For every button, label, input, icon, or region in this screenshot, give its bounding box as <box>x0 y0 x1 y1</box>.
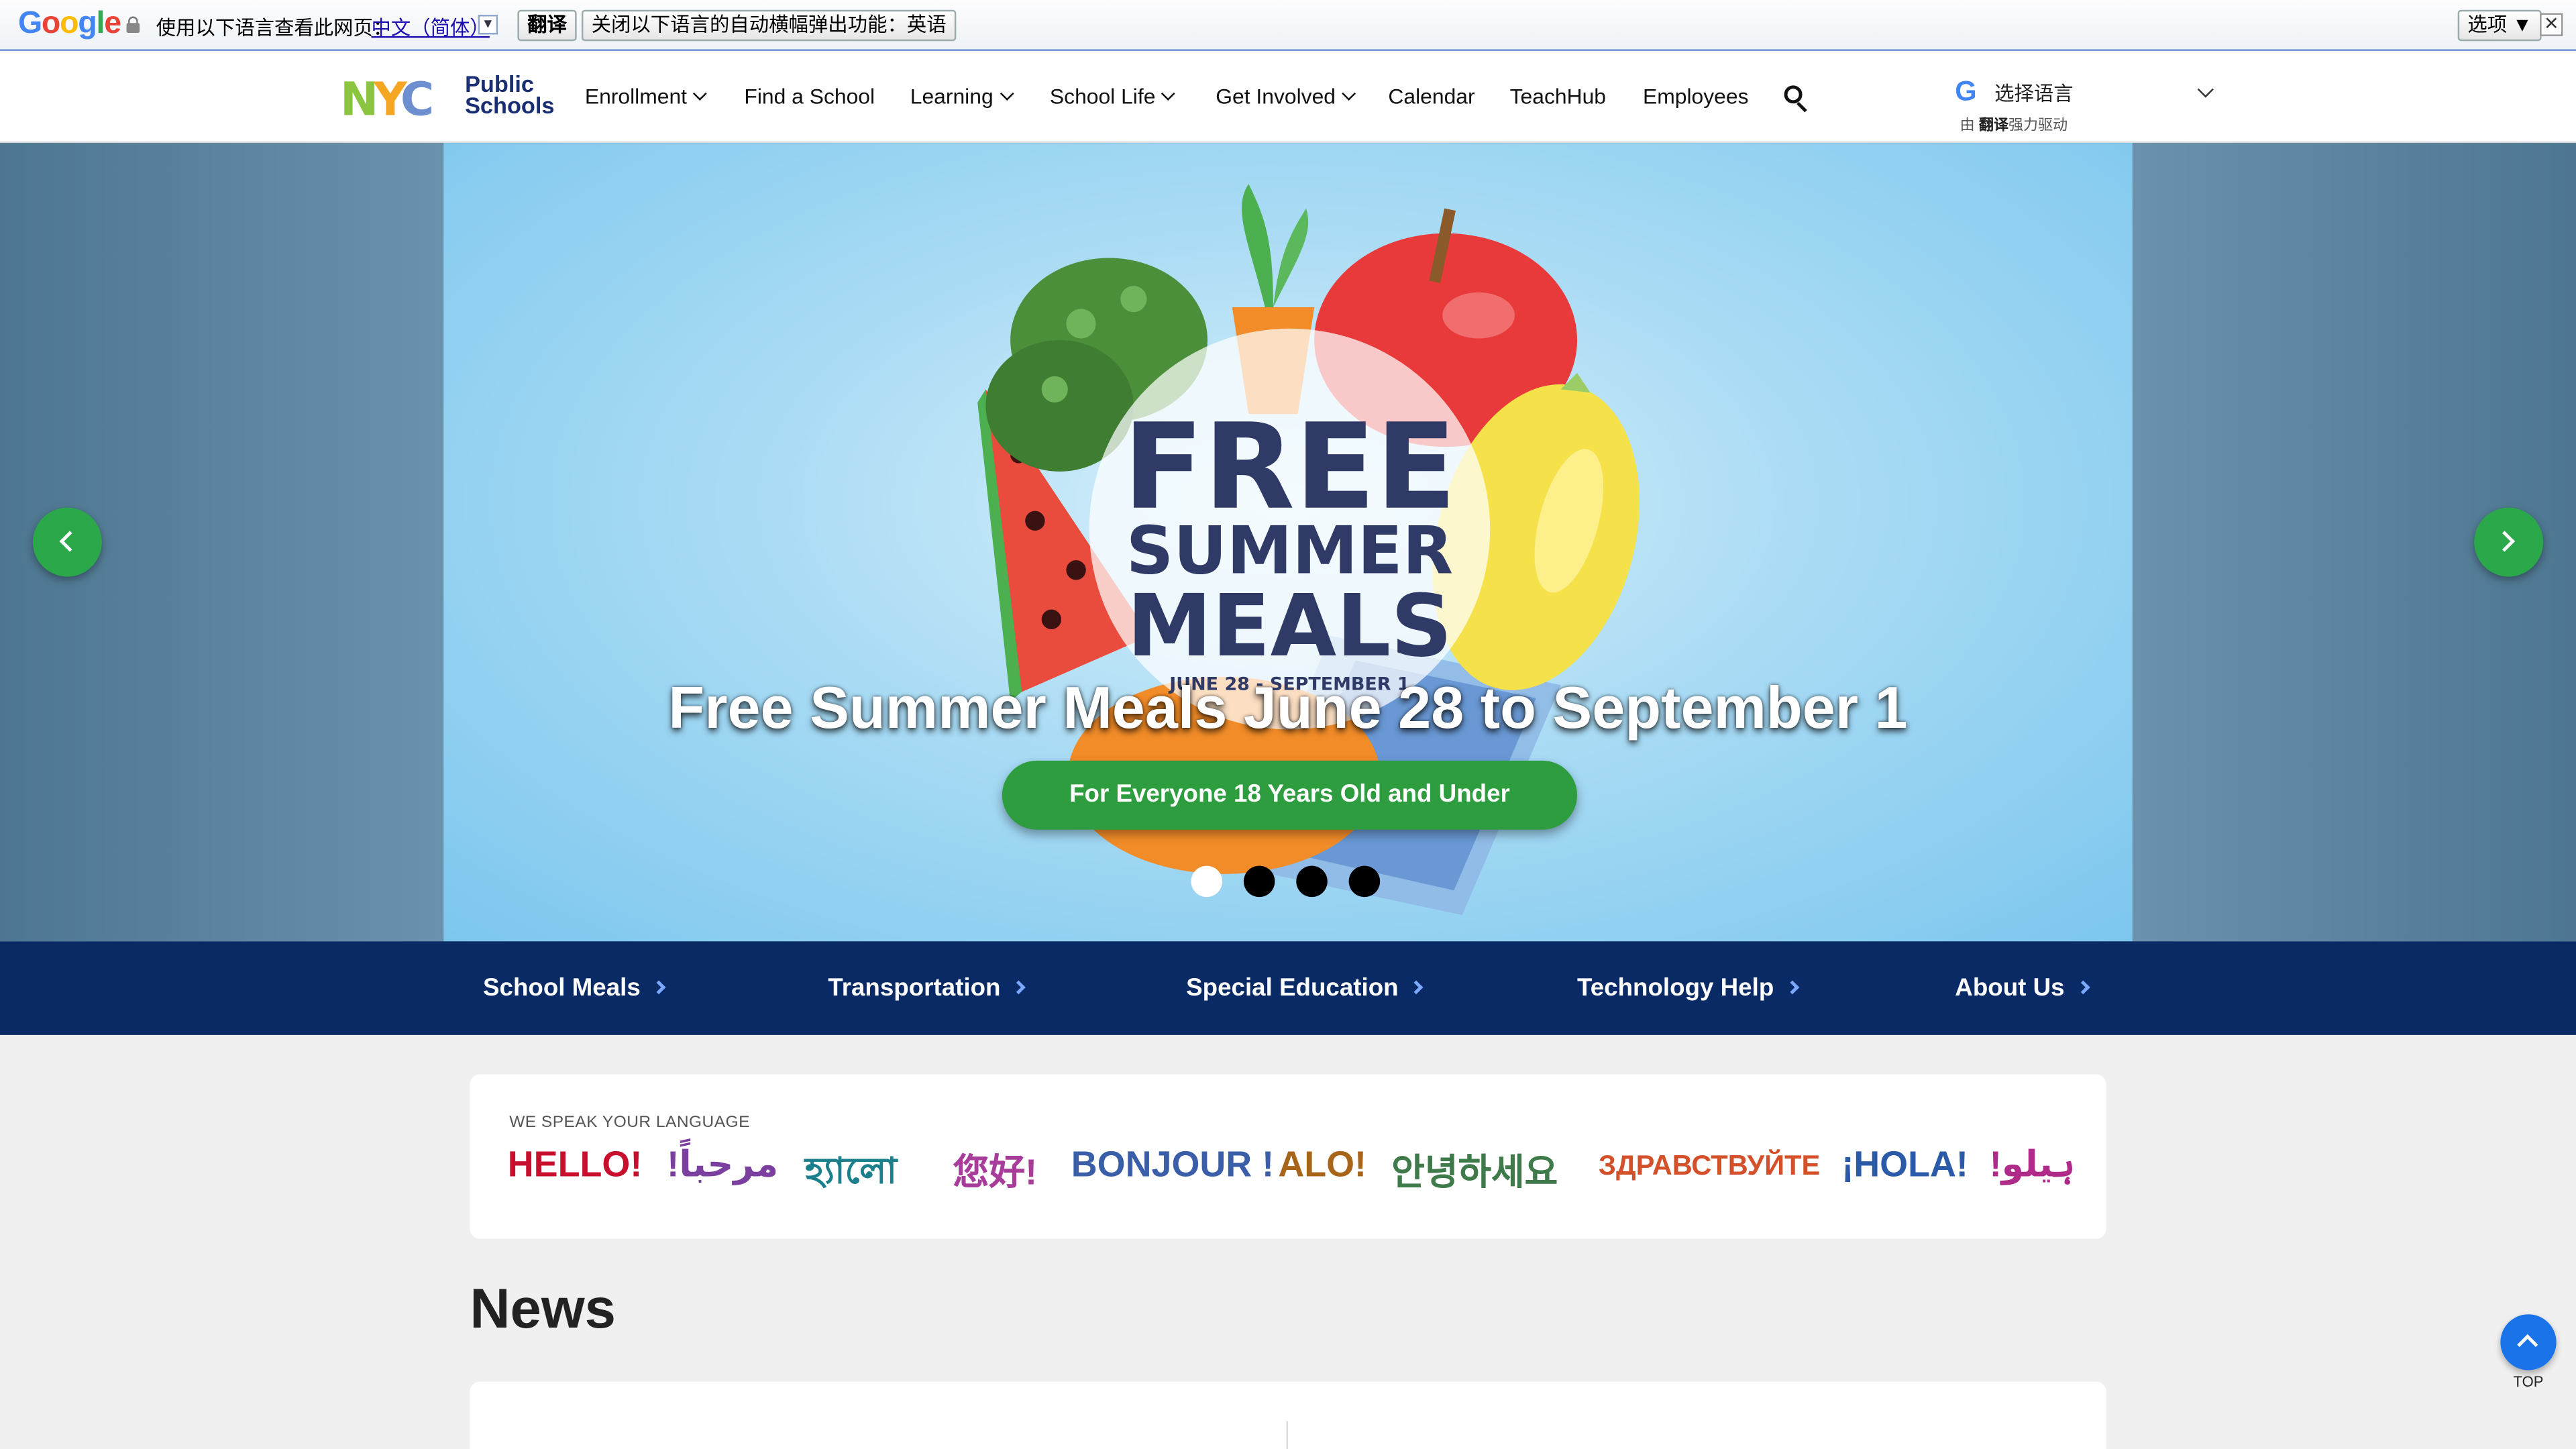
quick-link-transportation[interactable]: Transportation <box>828 974 1026 1002</box>
nav-learning[interactable]: Learning <box>910 83 1014 109</box>
art-text-meals: MEALS <box>1127 577 1452 676</box>
powered-suffix: 强力驱动 <box>2008 116 2068 133</box>
greeting: 您好! <box>953 1151 1038 1193</box>
powered-brand[interactable]: 翻译 <box>1979 117 2008 133</box>
nav-label: Get Involved <box>1216 83 1336 109</box>
logo-mark: NYC <box>339 72 434 127</box>
google-logo: Google <box>17 6 121 42</box>
news-card <box>470 1381 2106 1449</box>
translate-button[interactable]: 翻译 <box>517 9 577 42</box>
carousel-dot-1[interactable] <box>1191 865 1223 898</box>
translate-prompt: 使用以下语言查看此网页： <box>156 16 393 40</box>
nav-label: Enrollment <box>584 83 688 109</box>
google-g-icon: G <box>1955 75 1977 107</box>
powered-by-google-translate: 由 翻译强力驱动 <box>1960 113 2068 135</box>
nav-teachhub[interactable]: TeachHub <box>1510 84 1606 109</box>
translate-language-link[interactable]: 中文（简体） <box>371 13 489 42</box>
nav-calendar[interactable]: Calendar <box>1388 84 1474 109</box>
quick-link-label: Technology Help <box>1577 974 1774 1002</box>
carousel-dot-4[interactable] <box>1348 865 1381 898</box>
greeting: ¡HOLA! <box>1841 1143 1968 1185</box>
nav-find-a-school[interactable]: Find a School <box>744 84 875 109</box>
language-dropdown-icon[interactable]: ▼ <box>478 15 498 35</box>
nav-label: Employees <box>1643 83 1749 109</box>
news-divider <box>1286 1421 1289 1449</box>
page-root: Google 使用以下语言查看此网页： 中文（简体） ▼ 翻译 关闭以下语言的自… <box>0 0 2576 1449</box>
select-language-label: 选择语言 <box>1994 82 2074 105</box>
nav-label: TeachHub <box>1509 83 1607 109</box>
we-speak-your-language-card[interactable]: WE SPEAK YOUR LANGUAGE HELLO! !مرحباً হ্… <box>470 1074 2106 1239</box>
nav-get-involved[interactable]: Get Involved <box>1216 83 1356 109</box>
close-icon[interactable]: ✕ <box>2540 13 2563 36</box>
quick-link-label: School Meals <box>483 974 641 1002</box>
chevron-down-icon <box>1161 87 1176 101</box>
chevron-right-icon <box>1409 980 1424 995</box>
chevron-down-icon <box>1342 87 1356 101</box>
chevron-right-icon <box>2076 980 2090 995</box>
card-kicker: WE SPEAK YOUR LANGUAGE <box>509 1114 750 1132</box>
nav-label: Calendar <box>1388 83 1475 109</box>
carousel-dot-2[interactable] <box>1243 865 1275 898</box>
quick-link-label: Transportation <box>828 974 1001 1002</box>
quick-links-bar: School Meals Transportation Special Educ… <box>0 941 2576 1035</box>
greeting: হ্যালো <box>805 1150 898 1191</box>
quick-link-about-us[interactable]: About Us <box>1955 974 2090 1002</box>
quick-link-label: About Us <box>1955 974 2065 1002</box>
hero-slide[interactable]: FREE SUMMER MEALS JUNE 28 - SEPTEMBER 1 … <box>443 143 2133 942</box>
powered-prefix: 由 <box>1960 116 1975 133</box>
never-translate-button[interactable]: 关闭以下语言的自动横幅弹出功能：英语 <box>581 9 957 42</box>
nav-school-life[interactable]: School Life <box>1049 83 1176 109</box>
carousel-prev-button[interactable] <box>32 507 102 577</box>
logo-word-schools: Schools <box>465 92 555 119</box>
greeting: !ہیلو <box>1989 1143 2076 1185</box>
carousel-dot-3[interactable] <box>1296 865 1328 898</box>
chevron-left-icon <box>59 531 80 552</box>
quick-link-school-meals[interactable]: School Meals <box>483 974 666 1002</box>
greeting: !مرحباً <box>667 1143 779 1185</box>
greeting: BONJOUR ! <box>1071 1143 1275 1185</box>
chevron-right-icon <box>2493 531 2516 552</box>
quick-link-label: Special Education <box>1186 974 1399 1002</box>
nav-label: Find a School <box>744 83 875 109</box>
nav-label: School Life <box>1049 83 1156 109</box>
language-picker[interactable]: G 选择语言 由 翻译强力驱动 <box>1955 76 2218 142</box>
logo-wordmark: Public Schools <box>465 72 555 119</box>
chevron-down-icon <box>693 87 708 101</box>
nav-enrollment[interactable]: Enrollment <box>584 83 708 109</box>
search-icon[interactable] <box>1784 85 1811 113</box>
greeting: 안녕하세요 <box>1391 1151 1558 1193</box>
back-to-top-button[interactable] <box>2500 1314 2557 1371</box>
chevron-right-icon <box>1012 980 1026 995</box>
carousel-indicators <box>1191 865 1381 898</box>
quick-link-technology-help[interactable]: Technology Help <box>1577 974 1799 1002</box>
options-button[interactable]: 选项 ▼ <box>2457 9 2542 42</box>
chevron-right-icon <box>1784 980 1799 995</box>
greeting: HELLO! <box>507 1143 643 1185</box>
hero-caption: Free Summer Meals June 28 to September 1 <box>668 674 1908 741</box>
quick-link-special-education[interactable]: Special Education <box>1186 974 1424 1002</box>
back-to-top-label: TOP <box>2513 1373 2544 1390</box>
chevron-up-icon <box>2517 1334 2538 1356</box>
hero-cta-button[interactable]: For Everyone 18 Years Old and Under <box>1002 760 1578 830</box>
translate-bar: Google 使用以下语言查看此网页： 中文（简体） ▼ 翻译 关闭以下语言的自… <box>0 0 2576 51</box>
site-header: NYC Public Schools Enrollment Find a Sch… <box>0 50 2576 144</box>
nav-employees[interactable]: Employees <box>1643 84 1749 109</box>
lock-icon <box>126 16 140 33</box>
greeting: ЗДРАВСТВУЙТЕ <box>1598 1150 1821 1181</box>
greeting: ALO! <box>1278 1143 1366 1185</box>
chevron-right-icon <box>651 980 666 995</box>
hero-carousel: FREE SUMMER MEALS JUNE 28 - SEPTEMBER 1 … <box>0 143 2576 942</box>
carousel-next-button[interactable] <box>2474 507 2544 577</box>
nav-label: Learning <box>910 83 994 109</box>
news-heading: News <box>470 1278 616 1341</box>
chevron-down-icon <box>999 87 1014 101</box>
